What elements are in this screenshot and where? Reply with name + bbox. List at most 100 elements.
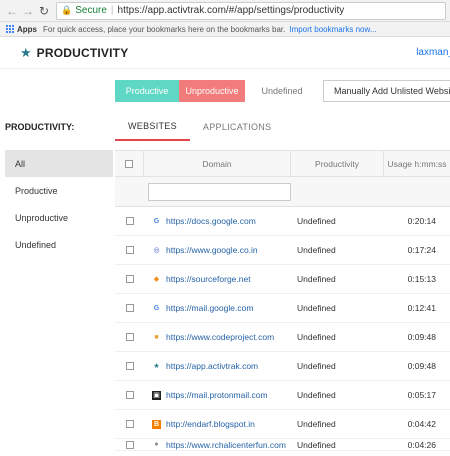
domain-link[interactable]: https://app.activtrak.com [166, 361, 258, 371]
productivity-filter-group: Productive Unproductive Undefined Manual… [115, 80, 450, 102]
column-header-productivity[interactable]: Productivity [291, 151, 384, 176]
page-title: PRODUCTIVITY [36, 45, 129, 60]
table-filter-row [115, 177, 450, 207]
sidebar: All Productive Unproductive Undefined [5, 150, 113, 258]
unproductive-button[interactable]: Unproductive [179, 80, 245, 102]
domain-cell: Ghttps://mail.google.com [144, 294, 291, 322]
row-checkbox[interactable] [125, 275, 134, 283]
productivity-cell[interactable]: Undefined [291, 381, 384, 409]
websites-table: Domain Productivity Usage h:mm:ss Ghttps… [115, 150, 450, 451]
row-checkbox[interactable] [125, 333, 134, 341]
bookmarks-bar: Apps For quick access, place your bookma… [0, 22, 450, 37]
domain-link[interactable]: https://sourceforge.net [166, 274, 251, 284]
row-checkbox-cell [115, 439, 144, 450]
row-checkbox[interactable] [125, 391, 134, 399]
sidebar-item-productive[interactable]: Productive [5, 177, 113, 204]
table-row[interactable]: Ghttps://docs.google.com Undefined 0:20:14 [115, 207, 450, 236]
table-row[interactable]: ◎ https://www.google.co.in Undefined 0:17:2… [115, 236, 450, 265]
row-checkbox[interactable] [125, 246, 134, 254]
table-row[interactable]: ▣ https://mail.protonmail.com Undefined 0:0… [115, 381, 450, 410]
tab-websites[interactable]: WEBSITES [115, 113, 190, 141]
row-checkbox[interactable] [125, 362, 134, 370]
usage-cell: 0:12:41 [407, 303, 436, 313]
row-checkbox[interactable] [125, 217, 134, 225]
productivity-cell[interactable]: Undefined [291, 410, 384, 438]
domain-link[interactable]: https://www.google.co.in [166, 245, 258, 255]
table-row[interactable]: Ghttps://mail.google.com Undefined 0:12:41 [115, 294, 450, 323]
tab-bar: WEBSITES APPLICATIONS [115, 113, 284, 141]
sidebar-item-undefined[interactable]: Undefined [5, 231, 113, 258]
activtrak-icon: ★ [153, 363, 160, 370]
usage-cell: 0:15:13 [407, 274, 436, 284]
table-row[interactable]: ● https://www.rchalicenterfun.com Undefine… [115, 439, 450, 451]
lock-icon: 🔒 [61, 5, 73, 15]
productivity-cell[interactable]: Undefined [291, 236, 384, 264]
sidebar-item-all[interactable]: All [5, 150, 113, 177]
reload-icon[interactable]: ↻ [36, 3, 52, 19]
table-row[interactable]: ■ https://www.codeproject.com Undefined 0:0… [115, 323, 450, 352]
tab-applications[interactable]: APPLICATIONS [190, 113, 284, 141]
domain-cell: Ghttps://docs.google.com [144, 207, 291, 235]
select-all-checkbox[interactable] [125, 159, 133, 168]
domain-link[interactable]: https://www.rchalicenterfun.com [166, 440, 286, 450]
productive-button[interactable]: Productive [115, 80, 179, 102]
url-text: https://app.activtrak.com/#/app/settings… [117, 5, 345, 16]
row-checkbox[interactable] [125, 304, 134, 312]
column-header-usage[interactable]: Usage h:mm:ss [384, 151, 450, 176]
column-header-domain[interactable]: Domain [144, 151, 291, 176]
row-checkbox-cell [115, 207, 144, 235]
usage-cell: 0:04:26 [407, 439, 436, 450]
sidebar-item-unproductive[interactable]: Unproductive [5, 204, 113, 231]
row-checkbox-cell [115, 294, 144, 322]
productivity-cell[interactable]: Undefined [291, 207, 384, 235]
browser-toolbar: ← → ↻ 🔒 Secure | https://app.activtrak.c… [0, 0, 450, 22]
header-checkbox-cell [115, 151, 144, 176]
codeproject-icon: ■ [154, 333, 159, 341]
usage-cell: 0:09:48 [407, 332, 436, 342]
secure-label: Secure [75, 5, 107, 16]
table-header: Domain Productivity Usage h:mm:ss [115, 150, 450, 177]
usage-cell: 0:20:14 [407, 216, 436, 226]
productivity-cell[interactable]: Undefined [291, 265, 384, 293]
site-icon: ● [154, 441, 159, 448]
domain-link[interactable]: https://docs.google.com [166, 216, 256, 226]
table-body: Ghttps://docs.google.com Undefined 0:20:14… [115, 207, 450, 451]
table-row[interactable]: ◆ https://sourceforge.net Undefined 0:15:13 [115, 265, 450, 294]
domain-cell: Bhttp://endarf.blogspot.in [144, 410, 291, 438]
google-icon: G [153, 217, 160, 225]
blogger-icon: B [152, 419, 161, 429]
row-checkbox-cell [115, 236, 144, 264]
domain-cell: ◆ https://sourceforge.net [144, 265, 291, 293]
user-menu[interactable]: laxman_ [416, 47, 450, 58]
domain-link[interactable]: https://mail.protonmail.com [166, 390, 268, 400]
row-checkbox-cell [115, 323, 144, 351]
sourceforge-icon: ◆ [153, 276, 160, 283]
productivity-cell[interactable]: Undefined [291, 352, 384, 380]
manually-add-website-button[interactable]: Manually Add Unlisted Website [323, 80, 450, 102]
table-row[interactable]: Bhttp://endarf.blogspot.in Undefined 0:04:… [115, 410, 450, 439]
row-checkbox[interactable] [125, 420, 134, 428]
domain-link[interactable]: https://www.codeproject.com [166, 332, 274, 342]
apps-label[interactable]: Apps [17, 25, 37, 34]
import-bookmarks-link[interactable]: Import bookmarks now... [289, 25, 376, 34]
back-arrow-icon[interactable]: ← [4, 3, 20, 19]
domain-cell: ● https://www.rchalicenterfun.com [144, 439, 291, 450]
address-bar[interactable]: 🔒 Secure | https://app.activtrak.com/#/a… [56, 1, 446, 20]
globe-icon: ◎ [153, 247, 160, 254]
row-checkbox[interactable] [125, 440, 134, 449]
productivity-cell[interactable]: Undefined [291, 294, 384, 322]
productivity-cell[interactable]: Undefined [291, 439, 384, 450]
row-checkbox-cell [115, 381, 144, 409]
domain-filter-input[interactable] [148, 182, 291, 201]
protonmail-icon: ▣ [152, 390, 161, 400]
app-header: ★ PRODUCTIVITY laxman_ [0, 37, 450, 69]
domain-link[interactable]: http://endarf.blogspot.in [166, 419, 255, 429]
apps-grid-icon[interactable] [6, 25, 14, 33]
domain-link[interactable]: https://mail.google.com [166, 303, 253, 313]
undefined-button[interactable]: Undefined [251, 80, 313, 102]
forward-arrow-icon[interactable]: → [20, 3, 36, 19]
row-checkbox-cell [115, 265, 144, 293]
productivity-cell[interactable]: Undefined [291, 323, 384, 351]
domain-cell: ▣ https://mail.protonmail.com [144, 381, 291, 409]
table-row[interactable]: ★ https://app.activtrak.com Undefined 0:09:… [115, 352, 450, 381]
